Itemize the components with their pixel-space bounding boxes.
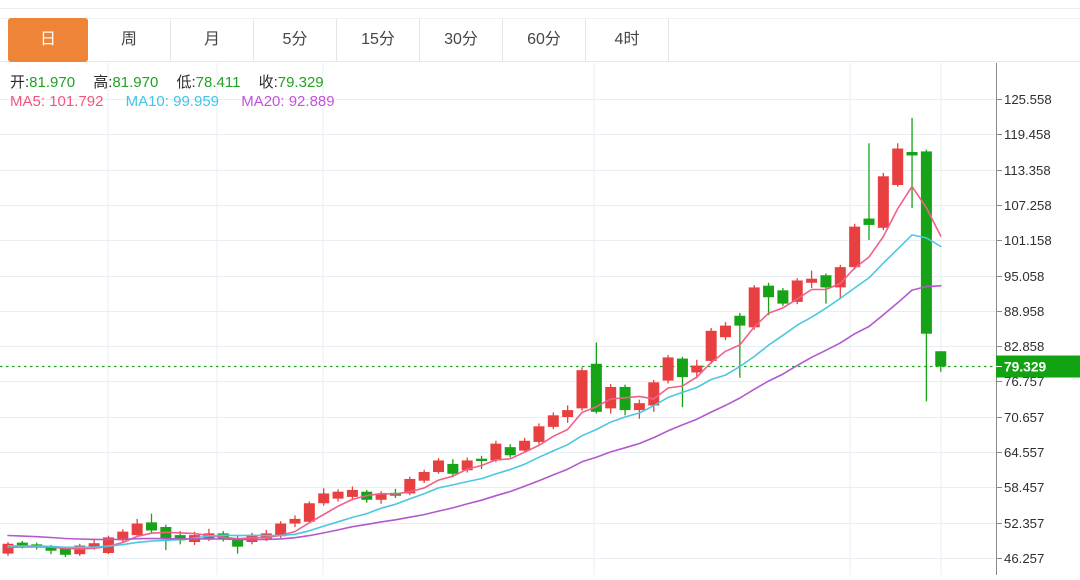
high-value: 81.970 (112, 74, 158, 91)
interval-tabbar: 日 周 月 5分 15分 30分 60分 4时 (0, 18, 1080, 62)
price-axis-label: 125.558 (1004, 92, 1052, 107)
candle-body (907, 152, 918, 155)
candle-body (290, 519, 301, 524)
candle-body (505, 447, 516, 455)
candle-body (878, 176, 889, 228)
candle-body (577, 370, 588, 408)
price-axis-label: 113.358 (1004, 163, 1051, 178)
candle-body (333, 492, 344, 499)
candle-body (562, 410, 573, 417)
price-axis-label: 119.458 (1004, 127, 1051, 142)
tab-30min[interactable]: 30分 (420, 19, 503, 61)
candle-body (132, 524, 143, 536)
price-axis-label: 101.158 (1004, 233, 1052, 248)
candle-body (347, 490, 358, 497)
candle-body (634, 403, 645, 410)
candle-body (734, 316, 745, 326)
candle-body (447, 464, 458, 474)
price-axis-label: 52.357 (1004, 516, 1044, 531)
tab-15min[interactable]: 15分 (337, 19, 420, 61)
low-label: 低: (176, 74, 195, 91)
candle-body (433, 460, 444, 472)
tab-day[interactable]: 日 (8, 18, 88, 62)
candle-body (476, 459, 487, 461)
close-value: 79.329 (278, 74, 324, 91)
candle-body (921, 151, 932, 333)
low-value: 78.411 (196, 74, 241, 91)
candle-body (663, 357, 674, 380)
price-axis-label: 88.958 (1004, 304, 1044, 319)
close-label: 收: (259, 74, 278, 91)
candle-body (605, 387, 616, 408)
tab-4hour[interactable]: 4时 (586, 19, 669, 61)
price-axis-label: 107.258 (1004, 198, 1052, 213)
candle-body (820, 275, 831, 287)
candle-body (720, 326, 731, 338)
open-label: 开: (10, 74, 29, 91)
high-label: 高: (93, 74, 112, 91)
candle-body (706, 331, 717, 361)
candle-body (304, 503, 315, 522)
price-axis-label: 95.058 (1004, 269, 1044, 284)
candle-body (864, 219, 875, 225)
tab-5min[interactable]: 5分 (254, 19, 337, 61)
open-value: 81.970 (29, 74, 75, 91)
ma20-readout: MA20: 92.889 (241, 93, 334, 110)
candle-body (691, 366, 702, 373)
candle-body (490, 444, 501, 461)
tab-month[interactable]: 月 (171, 19, 254, 61)
candle-body (806, 279, 817, 283)
candle-body (533, 426, 544, 442)
candle-body (849, 227, 860, 268)
price-axis-label: 58.457 (1004, 480, 1044, 495)
ma-readout: MA5: 101.792 MA10: 99.959 MA20: 92.889 (10, 93, 353, 110)
candle-body (935, 351, 946, 366)
ma5-readout: MA5: 101.792 (10, 93, 103, 110)
candle-body (648, 382, 659, 405)
tab-week[interactable]: 周 (88, 19, 171, 61)
candle-body (318, 493, 329, 503)
current-price-tag: 79.329 (996, 356, 1080, 378)
price-axis-label: 70.657 (1004, 410, 1044, 425)
candle-body (777, 290, 788, 303)
top-divider (0, 8, 1080, 9)
candle-body (763, 286, 774, 298)
price-axis-label: 82.858 (1004, 339, 1044, 354)
ma10-readout: MA10: 99.959 (126, 93, 219, 110)
price-axis-label: 64.557 (1004, 445, 1044, 460)
svg-text:79.329: 79.329 (1004, 359, 1047, 374)
tab-60min[interactable]: 60分 (503, 19, 586, 61)
candle-body (548, 415, 559, 427)
price-axis-label: 46.257 (1004, 551, 1044, 566)
ohlc-readout: 开:81.970 高:81.970 低:78.411 收:79.329 (10, 71, 338, 92)
candle-body (677, 359, 688, 378)
candle-body (146, 522, 157, 530)
candle-body (892, 149, 903, 185)
candle-body (519, 441, 530, 451)
candle-body (749, 287, 760, 327)
candle-body (419, 472, 430, 481)
